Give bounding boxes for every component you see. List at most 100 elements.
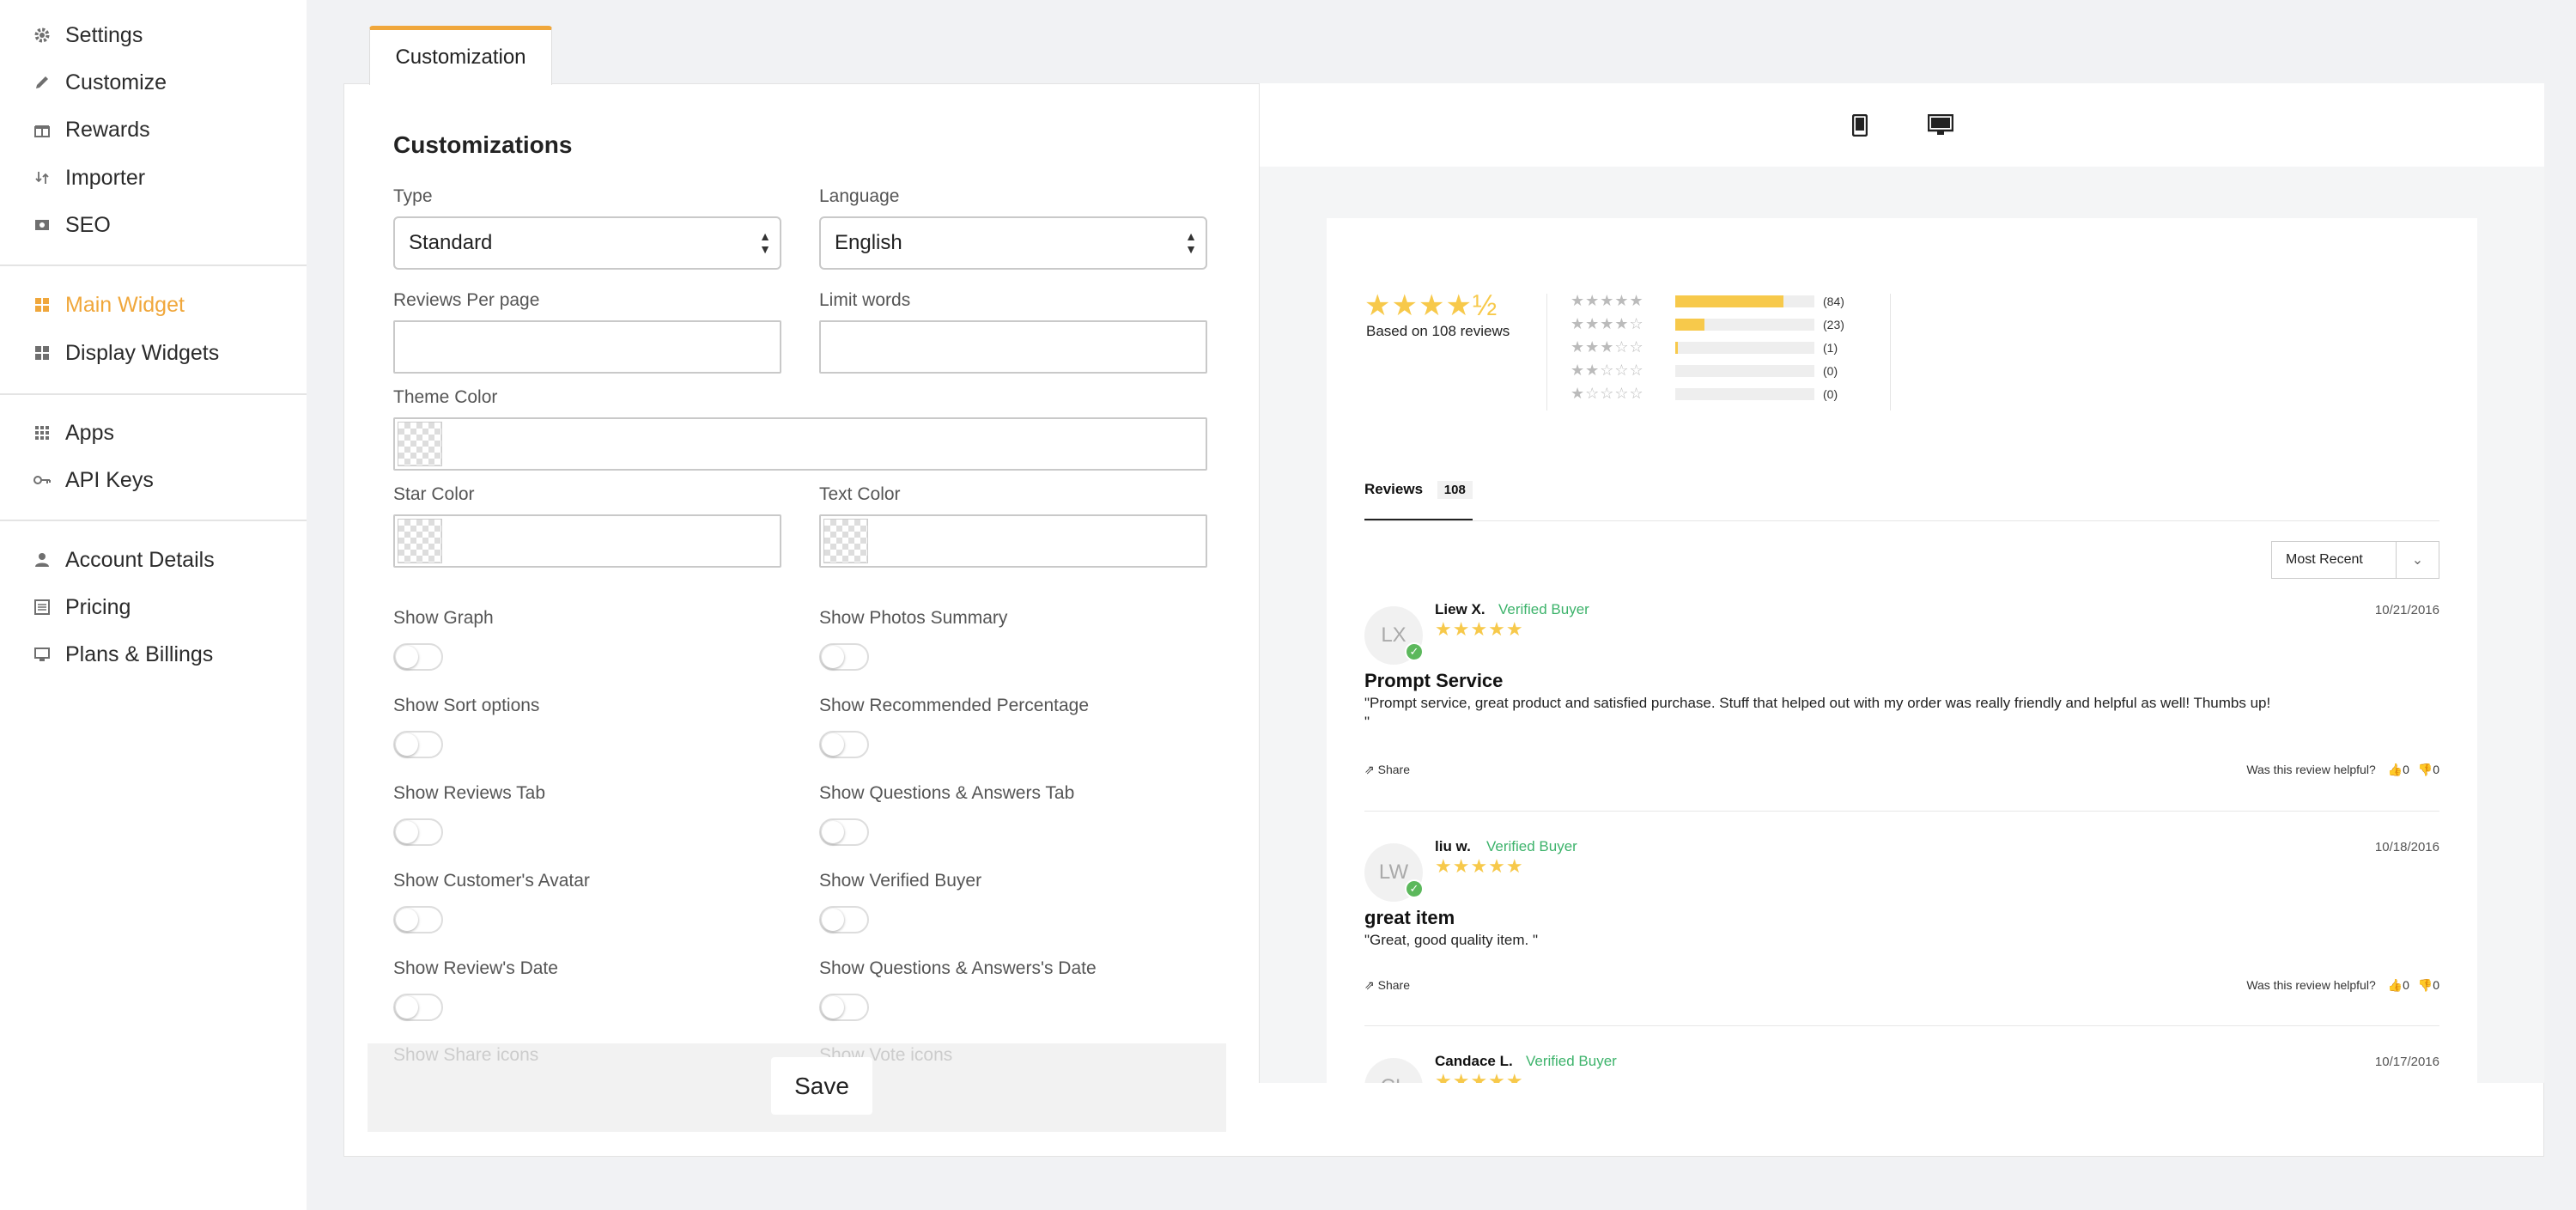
show-customer-avatar-toggle[interactable] bbox=[393, 906, 443, 933]
show-recommended-percentage-toggle[interactable] bbox=[819, 731, 869, 758]
show-recommended-percentage-label: Show Recommended Percentage bbox=[819, 696, 1090, 715]
sidebar: Settings Customize Rewards Importer SEO … bbox=[0, 0, 307, 1210]
sidebar-item-pricing[interactable]: Pricing bbox=[33, 590, 131, 624]
show-graph-toggle[interactable] bbox=[393, 643, 443, 671]
summary-divider bbox=[1890, 294, 1891, 410]
star-color-input[interactable] bbox=[393, 514, 781, 568]
show-review-date-toggle[interactable] bbox=[393, 994, 443, 1021]
breakdown-bar bbox=[1675, 295, 1814, 307]
show-qa-tab-toggle[interactable] bbox=[819, 818, 869, 846]
sidebar-item-rewards[interactable]: Rewards bbox=[33, 112, 150, 147]
review-stars: ★★★★★ bbox=[1435, 855, 1524, 877]
review-text: "Great, good quality item. " bbox=[1364, 932, 1538, 948]
widgets-icon bbox=[33, 344, 52, 362]
reviews-per-page-label: Reviews Per page bbox=[393, 290, 540, 310]
breakdown-bar bbox=[1675, 342, 1814, 354]
show-reviews-tab-toggle[interactable] bbox=[393, 818, 443, 846]
mobile-icon[interactable] bbox=[1851, 113, 1868, 141]
color-swatch[interactable] bbox=[398, 422, 442, 466]
breakdown-count: (0) bbox=[1823, 387, 1838, 401]
sidebar-item-label: Display Widgets bbox=[65, 340, 220, 365]
sidebar-item-label: Settings bbox=[65, 22, 143, 47]
review-divider bbox=[1364, 811, 2439, 812]
verified-buyer-label: Verified Buyer bbox=[1498, 601, 1589, 617]
select-arrows-icon: ▲ ▼ bbox=[1185, 229, 1197, 256]
sort-select[interactable]: Most Recent ⌄ bbox=[2271, 541, 2439, 579]
reviews-count-badge: 108 bbox=[1437, 481, 1473, 499]
share-link[interactable]: ⇗ Share bbox=[1364, 763, 1410, 777]
sidebar-item-customize[interactable]: Customize bbox=[33, 65, 167, 100]
reviews-per-page-input[interactable] bbox=[393, 320, 781, 374]
reviewer-name: liu w. bbox=[1435, 838, 1471, 854]
share-link[interactable]: ⇗ Share bbox=[1364, 978, 1410, 993]
gift-icon bbox=[33, 120, 52, 139]
sidebar-item-plans-billings[interactable]: Plans & Billings bbox=[33, 637, 213, 672]
limit-words-input[interactable] bbox=[819, 320, 1207, 374]
theme-color-input[interactable] bbox=[393, 417, 1207, 471]
sidebar-item-account-details[interactable]: Account Details bbox=[33, 543, 215, 577]
show-photos-summary-toggle[interactable] bbox=[819, 643, 869, 671]
tab-customization[interactable]: Customization bbox=[369, 26, 552, 85]
show-qa-date-toggle[interactable] bbox=[819, 994, 869, 1021]
form-title: Customizations bbox=[393, 131, 573, 158]
share-label: Share bbox=[1377, 763, 1410, 776]
sidebar-item-seo[interactable]: SEO bbox=[33, 208, 111, 242]
sidebar-item-label: Account Details bbox=[65, 547, 215, 572]
desktop-icon[interactable] bbox=[1927, 113, 1954, 141]
reviews-tab[interactable]: Reviews 108 bbox=[1364, 481, 1473, 499]
customization-form: Customizations Type Standard ▲ ▼ Language… bbox=[343, 83, 1259, 1157]
thumbs-up-icon[interactable]: 👍 bbox=[2388, 763, 2403, 776]
color-swatch[interactable] bbox=[823, 519, 868, 563]
list-icon bbox=[33, 598, 52, 617]
downvote-count: 0 bbox=[2433, 978, 2439, 992]
show-verified-buyer-label: Show Verified Buyer bbox=[819, 871, 982, 891]
star-color-label: Star Color bbox=[393, 484, 475, 504]
breakdown-bar-fill bbox=[1675, 295, 1784, 307]
preview-canvas: ★★★★½ Based on 108 reviews ★★★★★ (84) ★★★★… bbox=[1260, 167, 2544, 1083]
upvote-count: 0 bbox=[2403, 978, 2409, 992]
language-label: Language bbox=[819, 186, 900, 206]
sidebar-item-label: Plans & Billings bbox=[65, 641, 214, 666]
text-color-input[interactable] bbox=[819, 514, 1207, 568]
language-select[interactable]: English ▲ ▼ bbox=[819, 216, 1207, 270]
widget-preview: ★★★★½ Based on 108 reviews ★★★★★ (84) ★★★★… bbox=[1259, 83, 2544, 1083]
sidebar-item-display-widgets[interactable]: Display Widgets bbox=[33, 336, 219, 370]
helpful-votes: Was this review helpful? 👍0 👎0 bbox=[2246, 763, 2439, 777]
review-title: great item bbox=[1364, 907, 1455, 928]
show-sort-options-label: Show Sort options bbox=[393, 696, 540, 715]
thumbs-down-icon[interactable]: 👎 bbox=[2418, 978, 2433, 992]
thumbs-up-icon[interactable]: 👍 bbox=[2388, 978, 2403, 992]
sidebar-item-api-keys[interactable]: API Keys bbox=[33, 463, 154, 497]
sidebar-item-settings[interactable]: Settings bbox=[33, 18, 143, 52]
breakdown-bar bbox=[1675, 388, 1814, 400]
sidebar-item-importer[interactable]: Importer bbox=[33, 161, 145, 195]
save-button[interactable]: Save bbox=[771, 1057, 872, 1115]
show-verified-buyer-toggle[interactable] bbox=[819, 906, 869, 933]
verified-buyer-label: Verified Buyer bbox=[1486, 838, 1577, 854]
verified-buyer-label: Verified Buyer bbox=[1526, 1053, 1617, 1069]
breakdown-count: (1) bbox=[1823, 341, 1838, 355]
review-date: 10/18/2016 bbox=[2374, 840, 2439, 854]
sidebar-item-label: Pricing bbox=[65, 594, 131, 619]
color-swatch[interactable] bbox=[398, 519, 442, 563]
downvote-count: 0 bbox=[2433, 763, 2439, 776]
review-divider bbox=[1364, 1025, 2439, 1026]
verified-check-icon: ✓ bbox=[1405, 879, 1424, 898]
pencil-icon bbox=[33, 73, 52, 92]
show-photos-summary-label: Show Photos Summary bbox=[819, 608, 1008, 628]
upvote-count: 0 bbox=[2403, 763, 2409, 776]
show-sort-options-toggle[interactable] bbox=[393, 731, 443, 758]
save-bar: Show Share icons Show Vote icons Save bbox=[368, 1043, 1226, 1132]
type-select[interactable]: Standard ▲ ▼ bbox=[393, 216, 781, 270]
breakdown-bar bbox=[1675, 319, 1814, 331]
show-qa-tab-label: Show Questions & Answers Tab bbox=[819, 783, 1075, 803]
sidebar-item-main-widget[interactable]: Main Widget bbox=[33, 288, 185, 322]
breakdown-stars: ★★☆☆☆ bbox=[1571, 362, 1644, 379]
sidebar-item-apps[interactable]: Apps bbox=[33, 416, 114, 450]
thumbs-down-icon[interactable]: 👎 bbox=[2418, 763, 2433, 776]
verified-check-icon: ✓ bbox=[1405, 642, 1424, 661]
breakdown-count: (23) bbox=[1823, 318, 1844, 331]
device-toolbar bbox=[1260, 83, 2544, 167]
share-icon: ⇗ bbox=[1364, 763, 1378, 776]
sidebar-item-label: Customize bbox=[65, 70, 167, 94]
